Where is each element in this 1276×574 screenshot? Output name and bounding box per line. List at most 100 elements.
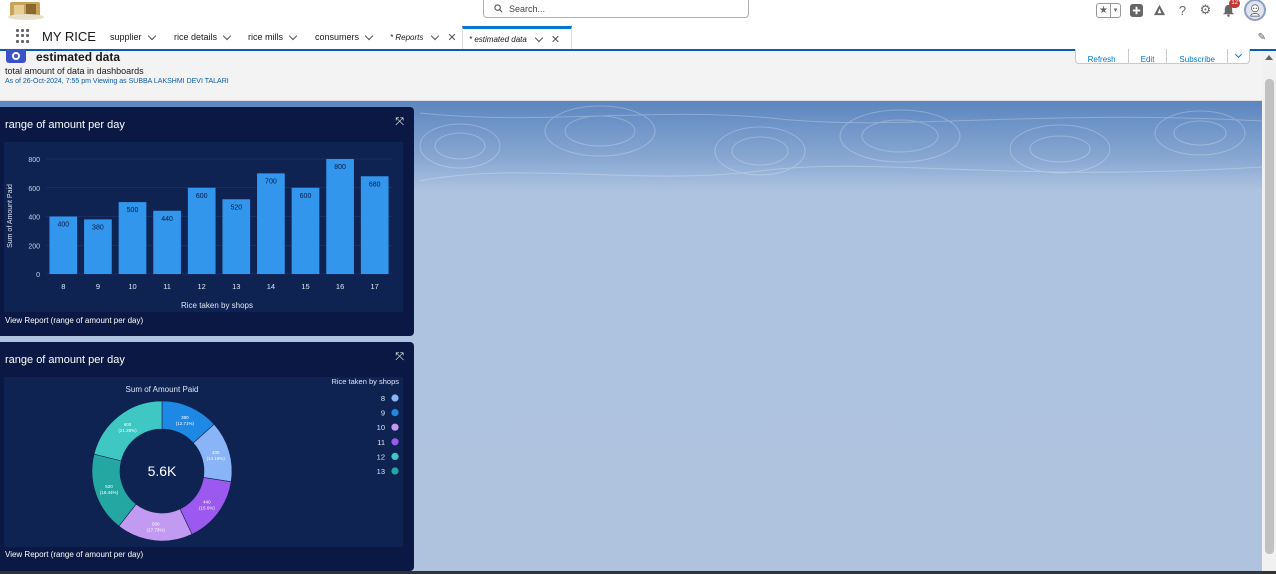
chevron-down-icon[interactable]: [431, 31, 440, 41]
x-tick-label: 10: [128, 282, 136, 291]
widget-title: range of amount per day: [5, 119, 125, 131]
help-icon[interactable]: ?: [1175, 3, 1190, 18]
x-axis-label: Rice taken by shops: [181, 301, 253, 310]
global-header: Search... ★ ▾ ? ⚙ 12: [0, 0, 1276, 24]
donut-chart-area: Sum of Amount Paid 380 (12.71%) 400 (14.18%…: [4, 377, 403, 547]
legend-marker[interactable]: [391, 409, 399, 417]
data-label: 800: [334, 164, 346, 171]
data-label: 380: [92, 224, 104, 231]
slice-label: 600: [124, 422, 132, 427]
legend-marker[interactable]: [391, 452, 399, 460]
dashboard-as-of: As of 26-Oct-2024, 7:55 pm Viewing as SU…: [5, 78, 229, 85]
close-tab-icon[interactable]: ✕: [447, 31, 456, 44]
data-label: 400: [57, 222, 69, 229]
bar[interactable]: [257, 173, 285, 274]
scroll-up-arrow-icon[interactable]: [1265, 55, 1273, 60]
legend-title: Rice taken by shops: [331, 377, 399, 386]
y-tick-label: 0: [36, 272, 40, 279]
bar-chart: 0 200 400 600 800 400 380 500 440 600 520 700 600 80…: [7, 157, 392, 310]
expand-icon[interactable]: ⤧: [395, 116, 404, 129]
legend-label: 9: [381, 409, 385, 418]
chevron-down-icon[interactable]: [364, 31, 374, 40]
legend-marker[interactable]: [391, 394, 399, 402]
tab-label: * Reports: [390, 33, 424, 42]
x-tick-label: 12: [198, 282, 206, 291]
slice-label: (15.6%): [199, 506, 215, 511]
header-utilities: ★ ▾ ? ⚙ 12: [1096, 0, 1266, 21]
slice-label: 520: [105, 484, 113, 489]
slice-label: (18.44%): [100, 490, 119, 495]
org-logo[interactable]: [6, 0, 48, 20]
page: Search... ★ ▾ ? ⚙ 12 MY RICE supplier ri…: [0, 0, 1276, 574]
data-label: 440: [161, 216, 173, 223]
chevron-down-icon[interactable]: [222, 31, 232, 40]
x-tick-label: 15: [301, 282, 309, 291]
legend-marker[interactable]: [391, 438, 399, 446]
nav-item-rice-details[interactable]: rice details: [174, 31, 232, 42]
data-label: 500: [127, 207, 139, 214]
nav-item-label: consumers: [315, 32, 360, 42]
close-tab-icon[interactable]: ✕: [551, 33, 560, 46]
tab-estimated-data[interactable]: * estimated data ✕: [462, 26, 572, 49]
app-launcher-icon[interactable]: [16, 29, 30, 43]
bar[interactable]: [187, 187, 216, 274]
nav-item-supplier[interactable]: supplier: [110, 31, 156, 42]
dashboard-icon: [6, 49, 26, 63]
dashboard-subtitle: total amount of data in dashboards: [5, 66, 144, 76]
legend-label: 10: [377, 423, 385, 432]
x-tick-label: 16: [336, 282, 344, 291]
expand-icon[interactable]: ⤧: [395, 351, 404, 364]
edit-nav-pencil-icon[interactable]: ✎: [1258, 32, 1266, 43]
nav-item-consumers[interactable]: consumers: [315, 31, 374, 42]
data-label: 680: [369, 181, 381, 188]
user-avatar[interactable]: [1244, 0, 1266, 21]
bar[interactable]: [326, 159, 354, 274]
y-tick-label: 400: [28, 215, 40, 222]
legend-marker[interactable]: [391, 467, 399, 475]
page-scrollbar[interactable]: [1262, 51, 1276, 571]
bar[interactable]: [360, 176, 389, 274]
data-label: 520: [230, 204, 242, 211]
global-actions-icon[interactable]: [1129, 3, 1144, 18]
dashboard-title: estimated data: [36, 50, 121, 64]
favorites-dropdown-icon[interactable]: ▾: [1111, 4, 1120, 17]
favorite-star-icon[interactable]: ★: [1097, 3, 1111, 17]
slice-label: 400: [212, 450, 220, 455]
x-tick-label: 14: [267, 282, 275, 291]
data-label: 700: [265, 178, 277, 185]
donut-chart: Sum of Amount Paid 380(12.71%) 400(14.18%…: [91, 377, 399, 542]
subscribe-button[interactable]: Subscribe: [1167, 49, 1228, 63]
edit-button[interactable]: Edit: [1129, 49, 1168, 63]
bar[interactable]: [291, 187, 320, 274]
legend-label: 8: [381, 394, 385, 403]
tab-label: * estimated data: [469, 34, 527, 44]
refresh-button[interactable]: Refresh: [1076, 49, 1129, 63]
nav-item-label: supplier: [110, 32, 142, 42]
view-report-link[interactable]: View Report (range of amount per day): [5, 316, 143, 325]
y-tick-label: 800: [28, 157, 40, 164]
chevron-down-icon[interactable]: [147, 31, 156, 40]
search-placeholder: Search...: [509, 3, 546, 14]
favorites-group[interactable]: ★ ▾: [1096, 2, 1121, 18]
donut-chart-widget: range of amount per day ⤧ Sum of Amount …: [0, 342, 414, 571]
view-report-link[interactable]: View Report (range of amount per day): [5, 550, 143, 559]
chart-title: Sum of Amount Paid: [126, 385, 199, 394]
slice-label: 500: [152, 522, 160, 527]
notifications-bell-icon[interactable]: 12: [1221, 0, 1240, 18]
chevron-down-icon[interactable]: [534, 33, 544, 42]
global-search-input[interactable]: Search...: [483, 0, 749, 18]
slice-label: (17.73%): [147, 528, 166, 533]
legend-marker[interactable]: [391, 423, 399, 431]
setup-gear-icon[interactable]: ⚙: [1198, 2, 1213, 18]
more-actions-dropdown[interactable]: [1228, 49, 1249, 63]
app-navigation-bar: MY RICE supplier rice details rice mills…: [0, 24, 1276, 51]
nav-item-rice-mills[interactable]: rice mills: [248, 31, 298, 42]
nav-item-label: rice details: [174, 32, 218, 42]
chevron-down-icon[interactable]: [288, 31, 298, 40]
trailhead-icon[interactable]: [1152, 3, 1167, 18]
slice-label: 440: [203, 500, 211, 505]
scrollbar-thumb[interactable]: [1265, 79, 1274, 554]
donut-center-label: 5.6K: [148, 463, 177, 479]
legend-label: 11: [377, 438, 385, 447]
tab-reports[interactable]: * Reports ✕: [384, 26, 463, 49]
